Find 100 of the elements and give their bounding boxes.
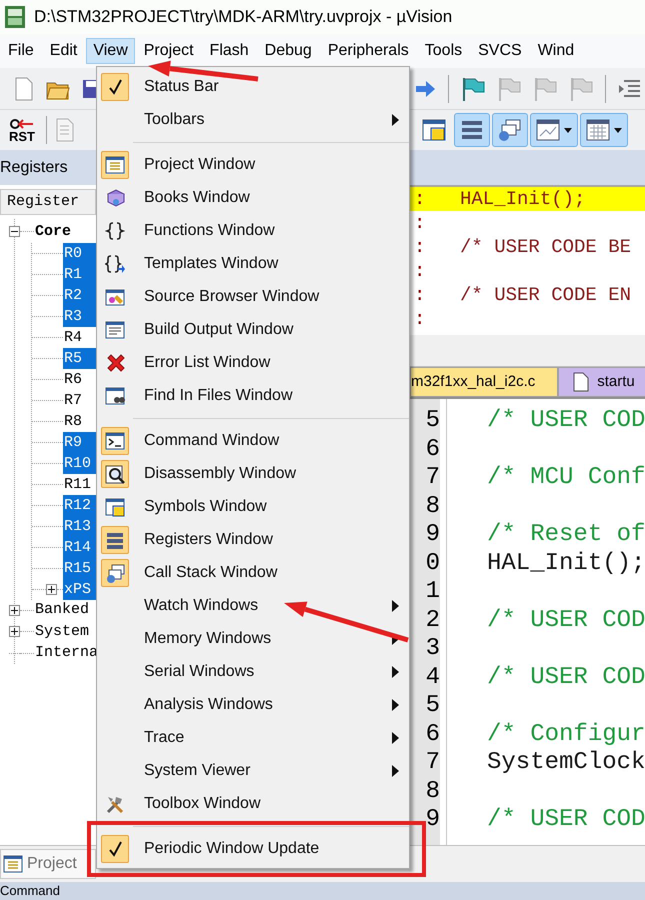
flag-icon[interactable]: [461, 76, 485, 102]
register-item[interactable]: R4: [63, 326, 97, 348]
menu-item[interactable]: View: [86, 38, 135, 64]
menu-item[interactable]: Status Bar: [97, 70, 409, 103]
menu-item[interactable]: Edit: [42, 38, 84, 64]
menu-item[interactable]: Project Window: [97, 148, 409, 181]
menu-item[interactable]: Books Window: [97, 181, 409, 214]
braces-arrow-icon: [105, 254, 125, 274]
registers-icon: [460, 118, 484, 142]
line-marker: :: [413, 234, 426, 260]
register-item[interactable]: R15: [63, 558, 97, 578]
tree-item[interactable]: System: [34, 622, 90, 642]
menu-item[interactable]: Registers Window: [97, 523, 409, 556]
line-number: 7: [426, 749, 440, 778]
magnifier-icon: [105, 464, 125, 484]
menu-item[interactable]: System Viewer: [97, 754, 409, 787]
menu-item[interactable]: Symbols Window: [97, 490, 409, 523]
line-number: 6: [426, 720, 440, 749]
check-icon: [108, 840, 122, 856]
book-icon: [105, 188, 125, 208]
collapse-icon[interactable]: [9, 226, 20, 238]
toolbar-toggle-button[interactable]: [454, 113, 490, 147]
menu-item[interactable]: Source Browser Window: [97, 280, 409, 313]
menu-item[interactable]: Templates Window: [97, 247, 409, 280]
menu-item[interactable]: Periodic Window Update: [97, 832, 409, 865]
toolbar-toggle-button[interactable]: [530, 113, 578, 147]
expand-icon[interactable]: [9, 604, 20, 616]
caret-icon: [564, 128, 572, 132]
menu-item[interactable]: Error List Window: [97, 346, 409, 379]
menu-item[interactable]: SVCS: [471, 38, 529, 64]
window-icon: [105, 320, 125, 340]
register-item[interactable]: R5: [63, 348, 97, 368]
menu-item[interactable]: Debug: [258, 38, 319, 64]
code-text: SystemClock: [487, 749, 645, 776]
arrow-icon[interactable]: [414, 78, 436, 98]
register-item[interactable]: R7: [63, 390, 97, 410]
menu-item[interactable]: Call Stack Window: [97, 556, 409, 589]
register-item[interactable]: R2: [63, 284, 97, 306]
code-text: HAL_Init();: [487, 550, 645, 576]
code-text: HAL_Init();: [460, 187, 586, 212]
register-item[interactable]: R13: [63, 516, 97, 536]
column-header: Register: [0, 189, 96, 215]
line-marker: :: [413, 306, 426, 332]
app-icon: [4, 5, 26, 29]
menu-item[interactable]: Wind: [530, 38, 582, 64]
expand-icon[interactable]: [9, 626, 20, 638]
menu-item[interactable]: Trace: [97, 721, 409, 754]
error-icon: [105, 352, 125, 372]
toolbar-toggle-button[interactable]: [492, 113, 528, 147]
menu-item[interactable]: Build Output Window: [97, 313, 409, 346]
line-number: 8: [426, 492, 440, 521]
menu-item[interactable]: Toolbox Window: [97, 787, 409, 820]
file-icon[interactable]: [14, 76, 34, 100]
menu-item[interactable]: Disassembly Window: [97, 457, 409, 490]
menu-item[interactable]: Tools: [418, 38, 470, 64]
call-stack-icon: [105, 562, 125, 582]
line-number: 1: [426, 578, 440, 606]
code-comment: /* MCU Conf: [487, 464, 645, 491]
menu-item[interactable]: Peripherals: [320, 38, 416, 64]
line-number: 5: [426, 407, 440, 436]
line-number: 2: [426, 606, 440, 635]
project-tab[interactable]: Project: [0, 849, 96, 879]
menu-item[interactable]: Command Window: [97, 424, 409, 457]
file-tab[interactable]: m32f1xx_hal_i2c.c: [410, 367, 558, 397]
register-item[interactable]: R6: [63, 368, 97, 390]
register-item[interactable]: R10: [63, 452, 97, 474]
caret-icon: [614, 128, 622, 132]
register-item[interactable]: R1: [63, 264, 97, 284]
tree-item[interactable]: Core: [34, 222, 72, 242]
register-item[interactable]: R8: [63, 410, 97, 432]
panel-title: Command: [0, 884, 60, 898]
register-item[interactable]: R11: [63, 474, 97, 494]
register-item[interactable]: R3: [63, 306, 97, 326]
file-tab[interactable]: startu: [558, 367, 645, 397]
menu-item[interactable]: Memory Windows: [97, 622, 409, 655]
menu-item[interactable]: Serial Windows: [97, 655, 409, 688]
window-icon: [3, 855, 23, 873]
menu-item[interactable]: Functions Window: [97, 214, 409, 247]
menu-item[interactable]: Flash: [202, 38, 256, 64]
tree-item[interactable]: Interna: [34, 643, 100, 664]
register-item[interactable]: R14: [63, 536, 97, 558]
expand-icon[interactable]: [46, 584, 57, 594]
tree-item[interactable]: Banked: [34, 600, 90, 620]
indent-icon[interactable]: [618, 78, 642, 98]
menu-item[interactable]: Find In Files Window: [97, 379, 409, 412]
menu-item[interactable]: Project: [136, 38, 201, 64]
line-number: 4: [426, 664, 440, 692]
reset-button[interactable]: RST: [6, 118, 38, 142]
register-item[interactable]: R9: [63, 432, 97, 452]
toolbar-toggle-button[interactable]: [580, 113, 628, 147]
register-item[interactable]: xPS: [63, 578, 97, 600]
file-icon: [573, 372, 590, 392]
register-item[interactable]: R0: [63, 242, 97, 264]
window-icon: [105, 154, 125, 174]
register-item[interactable]: R12: [63, 494, 97, 516]
line-number: 9: [426, 806, 440, 834]
menu-item[interactable]: Watch Windows: [97, 589, 409, 622]
menu-item[interactable]: File: [1, 38, 41, 64]
menu-item[interactable]: Analysis Windows: [97, 688, 409, 721]
menu-item[interactable]: Toolbars: [97, 103, 409, 136]
